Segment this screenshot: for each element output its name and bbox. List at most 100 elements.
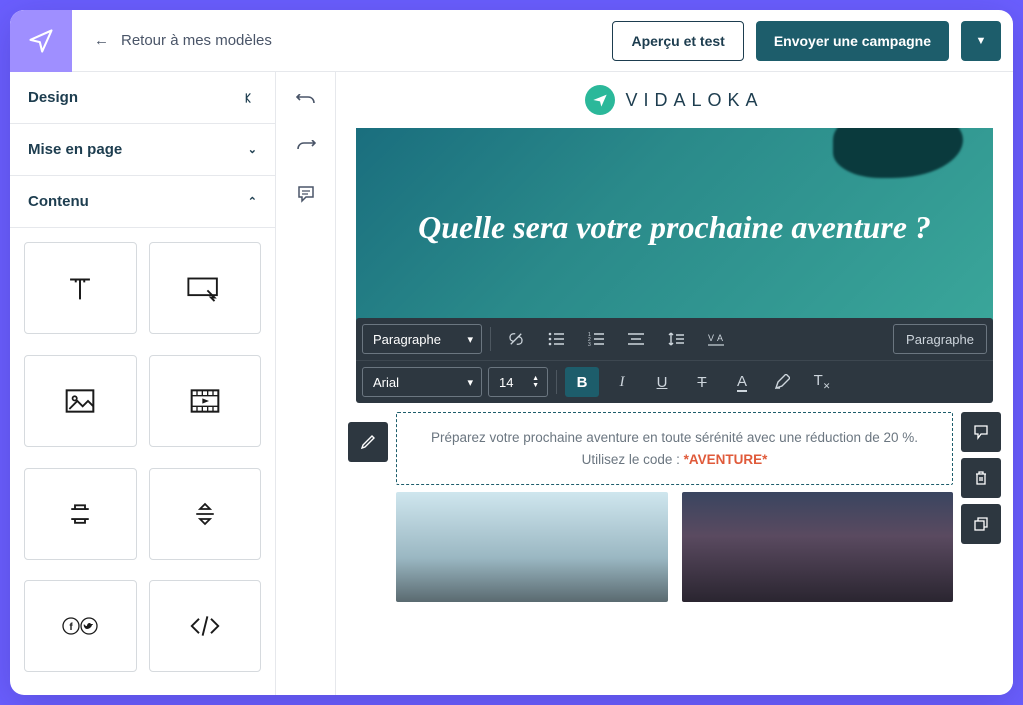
block-comment-button[interactable]	[961, 412, 1001, 452]
paragraph-line1: Préparez votre prochaine aventure en tou…	[431, 430, 918, 445]
block-image[interactable]	[24, 355, 137, 447]
preview-label: Aperçu et test	[631, 33, 724, 49]
app-logo	[10, 10, 72, 72]
redo-button[interactable]	[286, 128, 326, 168]
style-dropdown[interactable]: Paragraphe ▾	[362, 324, 482, 354]
paragraph-button[interactable]: Paragraphe	[893, 324, 987, 354]
font-label: Arial	[373, 375, 399, 390]
hero-title: Quelle sera votre prochaine aventure ?	[388, 206, 961, 249]
bold-button[interactable]: B	[565, 367, 599, 397]
section-design[interactable]: Design	[10, 72, 275, 124]
style-dropdown-label: Paragraphe	[373, 332, 441, 347]
block-html[interactable]	[149, 580, 262, 672]
chevron-down-icon: ▾	[467, 333, 473, 346]
undo-icon	[296, 94, 316, 110]
editable-paragraph[interactable]: Préparez votre prochaine aventure en tou…	[396, 412, 953, 485]
pencil-icon	[360, 434, 376, 450]
block-button[interactable]	[149, 242, 262, 334]
video-icon	[189, 387, 221, 415]
italic-button[interactable]: I	[605, 367, 639, 397]
block-duplicate-button[interactable]	[961, 504, 1001, 544]
chevron-down-icon: ▼	[976, 35, 987, 47]
send-dropdown-button[interactable]: ▼	[961, 21, 1001, 61]
chevron-down-icon: ⌄	[248, 143, 257, 156]
section-layout[interactable]: Mise en page ⌄	[10, 124, 275, 176]
svg-text:V: V	[708, 333, 714, 343]
social-icon: f	[60, 615, 100, 637]
image-icon	[64, 387, 96, 415]
italic-icon: I	[620, 374, 625, 391]
font-dropdown[interactable]: Arial ▾	[362, 367, 482, 397]
line-height-button[interactable]	[659, 324, 693, 354]
paragraph-code: *AVENTURE*	[684, 452, 768, 467]
section-layout-label: Mise en page	[28, 141, 122, 158]
list-bullet-button[interactable]	[539, 324, 573, 354]
svg-text:3: 3	[588, 342, 591, 346]
copy-icon	[974, 517, 989, 532]
stepper-icon: ▲▼	[532, 375, 539, 389]
undo-button[interactable]	[286, 82, 326, 122]
plane-icon	[592, 92, 608, 108]
highlight-button[interactable]	[765, 367, 799, 397]
gallery-image-1[interactable]	[396, 492, 668, 602]
send-campaign-button[interactable]: Envoyer une campagne	[756, 21, 949, 61]
arrow-left-icon: ←	[94, 32, 109, 49]
block-delete-button[interactable]	[961, 458, 1001, 498]
unlink-icon	[507, 330, 525, 348]
block-spacer[interactable]	[24, 468, 137, 560]
comment-button[interactable]	[286, 174, 326, 214]
divider-icon	[190, 499, 220, 529]
block-video[interactable]	[149, 355, 262, 447]
app-header: ← Retour à mes modèles Aperçu et test En…	[10, 10, 1013, 72]
comment-icon	[973, 424, 989, 440]
chevron-down-icon: ▾	[467, 376, 473, 389]
bold-icon: B	[577, 374, 588, 391]
list-number-button[interactable]: 123	[579, 324, 613, 354]
pencil-icon	[774, 374, 790, 390]
underline-button[interactable]: U	[645, 367, 679, 397]
text-color-button[interactable]: A	[725, 367, 759, 397]
align-button[interactable]	[619, 324, 653, 354]
spacer-icon	[65, 499, 95, 529]
svg-text:A: A	[717, 333, 723, 343]
send-icon	[27, 27, 55, 55]
svg-text:f: f	[70, 622, 74, 633]
block-divider[interactable]	[149, 468, 262, 560]
hero-block[interactable]: Quelle sera votre prochaine aventure ?	[356, 128, 993, 328]
letter-spacing-icon: VA	[706, 332, 726, 346]
unlink-button[interactable]	[499, 324, 533, 354]
list-number-icon: 123	[588, 332, 604, 346]
text-icon	[63, 271, 97, 305]
paragraph-line2-prefix: Utilisez le code :	[582, 452, 684, 467]
brand-logo-icon	[585, 85, 615, 115]
back-label: Retour à mes modèles	[121, 32, 272, 49]
preview-button[interactable]: Aperçu et test	[612, 21, 743, 61]
gallery-image-2[interactable]	[682, 492, 954, 602]
email-brand: VIDALOKA	[336, 72, 1013, 128]
line-height-icon	[668, 331, 684, 347]
letter-spacing-button[interactable]: VA	[699, 324, 733, 354]
button-icon	[186, 273, 224, 303]
block-social[interactable]: f	[24, 580, 137, 672]
text-editor-toolbar: Paragraphe ▾ 123	[356, 318, 993, 403]
font-size-value: 14	[499, 375, 513, 390]
collapse-icon	[241, 90, 257, 106]
strike-button[interactable]: T	[685, 367, 719, 397]
clear-format-button[interactable]: T✕	[805, 367, 839, 397]
edit-block-button[interactable]	[348, 422, 388, 462]
tool-rail	[276, 72, 336, 695]
font-size-input[interactable]: 14 ▲▼	[488, 367, 548, 397]
section-content[interactable]: Contenu ⌃	[10, 176, 275, 228]
align-icon	[628, 332, 644, 346]
back-link[interactable]: ← Retour à mes modèles	[72, 32, 294, 49]
brand-name: VIDALOKA	[625, 90, 763, 111]
canvas: VIDALOKA Quelle sera votre prochaine ave…	[336, 72, 1013, 695]
send-label: Envoyer une campagne	[774, 33, 931, 49]
list-icon	[548, 332, 564, 346]
strike-icon: T	[697, 374, 706, 391]
code-icon	[187, 614, 223, 638]
block-text[interactable]	[24, 242, 137, 334]
content-blocks: f	[10, 228, 275, 695]
section-design-label: Design	[28, 89, 78, 106]
image-gallery	[396, 492, 953, 602]
